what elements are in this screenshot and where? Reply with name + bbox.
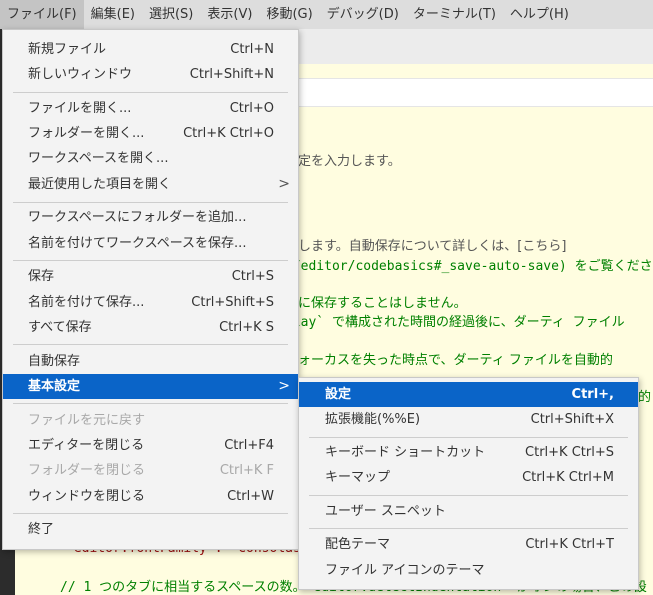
preferences-submenu: 設定 Ctrl+, 拡張機能(%%E) Ctrl+Shift+X キーボード シ… <box>298 377 639 590</box>
submenu-item-user-snippets[interactable]: ユーザー スニペット <box>299 499 638 524</box>
menu-item-revert-file[interactable]: ファイルを元に戻す <box>3 408 298 433</box>
menu-item-save-all[interactable]: すべて保存 Ctrl+K S <box>3 315 298 340</box>
menu-separator <box>309 437 628 438</box>
menubar-help[interactable]: ヘルプ(H) <box>503 0 576 29</box>
menu-separator <box>13 260 288 261</box>
menu-item-save-as[interactable]: 名前を付けて保存... Ctrl+Shift+S <box>3 290 298 315</box>
menubar-debug[interactable]: デバッグ(D) <box>320 0 406 29</box>
menubar-terminal[interactable]: ターミナル(T) <box>406 0 503 29</box>
menu-item-close-folder[interactable]: フォルダーを閉じる Ctrl+K F <box>3 458 298 483</box>
menu-separator <box>13 513 288 514</box>
menubar-edit[interactable]: 編集(E) <box>84 0 142 29</box>
menu-item-save[interactable]: 保存 Ctrl+S <box>3 264 298 289</box>
submenu-item-settings[interactable]: 設定 Ctrl+, <box>299 382 638 407</box>
menu-item-open-workspace[interactable]: ワークスペースを開く... <box>3 146 298 171</box>
menu-item-new-window[interactable]: 新しいウィンドウ Ctrl+Shift+N <box>3 62 298 87</box>
menu-item-open-recent[interactable]: 最近使用した項目を開く > <box>3 172 298 197</box>
chevron-right-icon: > <box>278 378 290 394</box>
editor-line: 的 <box>638 390 652 405</box>
menu-separator <box>309 528 628 529</box>
menu-separator <box>13 403 288 404</box>
menu-item-new-file[interactable]: 新規ファイル Ctrl+N <box>3 37 298 62</box>
editor-line: 的に保存することはしません。 <box>285 296 467 311</box>
menubar-selection[interactable]: 選択(S) <box>142 0 200 29</box>
file-menu: 新規ファイル Ctrl+N 新しいウィンドウ Ctrl+Shift+N ファイル… <box>2 29 299 550</box>
menubar-file[interactable]: ファイル(F) <box>0 0 84 29</box>
menu-item-save-workspace-as[interactable]: 名前を付けてワークスペースを保存... <box>3 231 298 256</box>
chevron-right-icon: > <box>278 176 290 192</box>
submenu-item-keymaps[interactable]: キーマップ Ctrl+K Ctrl+M <box>299 465 638 490</box>
menu-item-close-window[interactable]: ウィンドウを閉じる Ctrl+W <box>3 484 298 509</box>
menu-item-open-file[interactable]: ファイルを開く... Ctrl+O <box>3 96 298 121</box>
editor-line: フォーカスを失った時点で、ダーティ ファイルを自動的 <box>285 353 613 368</box>
editor-line: 御します。自動保存について詳しくは、[こちら] <box>285 239 567 254</box>
menu-item-close-editor[interactable]: エディターを閉じる Ctrl+F4 <box>3 433 298 458</box>
menu-bar: ファイル(F) 編集(E) 選択(S) 表示(V) 移動(G) デバッグ(D) … <box>0 0 653 29</box>
submenu-item-extensions[interactable]: 拡張機能(%%E) Ctrl+Shift+X <box>299 407 638 432</box>
menu-separator <box>309 495 628 496</box>
menubar-go[interactable]: 移動(G) <box>259 0 319 29</box>
editor-line: s/editor/codebasics#_save-auto-save) をご覧… <box>285 259 653 274</box>
menu-separator <box>13 92 288 93</box>
editor-line: elay` で構成された時間の経過後に、ダーティ ファイル <box>285 315 625 330</box>
menu-item-add-folder-to-workspace[interactable]: ワークスペースにフォルダーを追加... <box>3 205 298 230</box>
menu-item-open-folder[interactable]: フォルダーを開く... Ctrl+K Ctrl+O <box>3 121 298 146</box>
submenu-item-color-theme[interactable]: 配色テーマ Ctrl+K Ctrl+T <box>299 532 638 557</box>
menu-separator <box>13 202 288 203</box>
menu-item-auto-save[interactable]: 自動保存 <box>3 349 298 374</box>
menubar-view[interactable]: 表示(V) <box>200 0 259 29</box>
editor-line: 設定を入力します。 <box>285 154 401 169</box>
submenu-item-keyboard-shortcuts[interactable]: キーボード ショートカット Ctrl+K Ctrl+S <box>299 440 638 465</box>
submenu-item-file-icon-theme[interactable]: ファイル アイコンのテーマ <box>299 558 638 583</box>
menu-item-exit[interactable]: 終了 <box>3 517 298 542</box>
menu-separator <box>13 344 288 345</box>
menu-item-preferences[interactable]: 基本設定 > <box>3 374 298 399</box>
